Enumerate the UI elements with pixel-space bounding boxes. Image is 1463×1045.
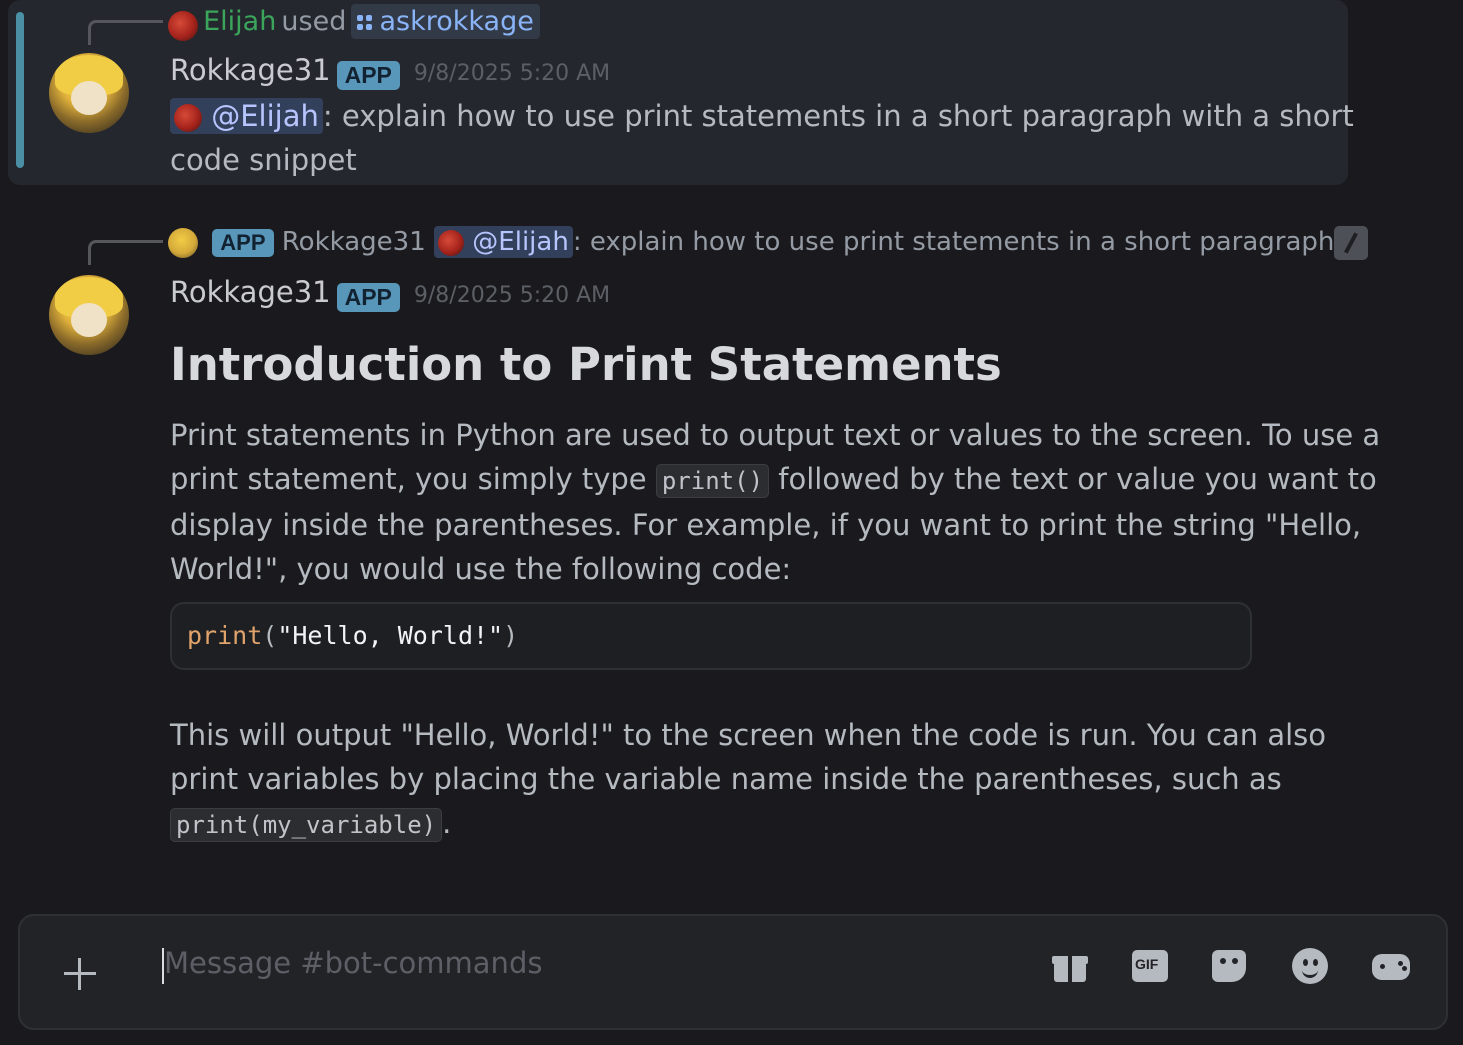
message-input[interactable]: Message #bot-commands — [164, 946, 542, 980]
command-user[interactable]: Elijah — [203, 6, 276, 37]
app-badge: APP — [336, 283, 400, 312]
highlight-bar — [16, 12, 24, 168]
plus-icon[interactable] — [64, 958, 96, 990]
timestamp[interactable]: 9/8/2025 5:20 AM — [414, 283, 610, 308]
paragraph-1: Print statements in Python are used to o… — [170, 413, 1400, 591]
paragraph-line: display inside the parentheses. For exam… — [170, 508, 1362, 542]
reply-preview[interactable]: APP Rokkage31 @Elijah: explain how to us… — [168, 226, 1367, 258]
mention-elijah[interactable]: @Elijah — [170, 98, 323, 134]
avatar-rokkage31[interactable] — [49, 53, 129, 133]
message-text-line: @Elijah: explain how to use print statem… — [170, 94, 1354, 138]
app-badge: APP — [336, 61, 400, 90]
command-icon — [357, 14, 373, 31]
timestamp[interactable]: 9/8/2025 5:20 AM — [414, 61, 610, 86]
used-text: used — [281, 6, 347, 37]
author-name[interactable]: Rokkage31 — [170, 275, 331, 309]
paragraph-line: This will output "Hello, World!" to the … — [170, 718, 1326, 752]
paragraph-line: Print statements in Python are used to o… — [170, 418, 1381, 452]
chat-view: Elijah used askrokkage Rokkage31 APP 9/8/2… — [0, 0, 1463, 1045]
mention-avatar — [438, 229, 465, 256]
code-paren-open: ( — [262, 621, 278, 650]
message-text: : explain how to use print statements in… — [322, 99, 1354, 133]
paragraph-line: print(my_variable). — [170, 801, 1400, 847]
code-block[interactable]: print("Hello, World!") — [170, 602, 1252, 670]
reply-mention[interactable]: @Elijah — [434, 226, 573, 258]
sticker-icon[interactable] — [1212, 948, 1248, 984]
gamepad-icon[interactable] — [1372, 948, 1410, 984]
avatar-rokkage31[interactable] — [49, 275, 129, 355]
paragraph-line: print variables by placing the variable … — [170, 762, 1282, 796]
command-name: askrokkage — [379, 6, 534, 37]
message-header: Rokkage31 APP 9/8/2025 5:20 AM — [170, 275, 610, 312]
gif-icon[interactable]: GIF — [1132, 948, 1168, 984]
message-heading: Introduction to Print Statements — [170, 338, 1002, 391]
mention-label: @Elijah — [472, 227, 569, 257]
reply-text: : explain how to use print statements in… — [572, 227, 1368, 257]
message-header: Rokkage31 APP 9/8/2025 5:20 AM — [170, 53, 610, 90]
mention-avatar — [174, 104, 202, 132]
reply-connector — [88, 240, 163, 265]
code-line: print("Hello, World!") — [187, 621, 518, 650]
inline-code: print() — [655, 464, 770, 498]
code-string: "Hello, World!" — [277, 621, 504, 650]
command-name-pill[interactable]: askrokkage — [351, 4, 540, 39]
paragraph-2: This will output "Hello, World!" to the … — [170, 713, 1400, 847]
paragraph-line: print statement, you simply type print()… — [170, 462, 1377, 498]
paragraph-line: World!", you would use the following cod… — [170, 552, 792, 586]
slash-command-icon — [1334, 226, 1368, 260]
mention-label: @Elijah — [211, 99, 319, 133]
avatar-elijah[interactable] — [168, 10, 198, 41]
message-text-line: code snippet — [170, 143, 357, 177]
reply-avatar — [168, 227, 198, 258]
reply-app-badge: APP — [212, 228, 274, 257]
inline-code: print(my_variable) — [170, 808, 443, 842]
gift-icon[interactable] — [1052, 948, 1088, 984]
reply-author[interactable]: Rokkage31 — [282, 227, 426, 257]
code-paren-close: ) — [503, 621, 519, 650]
code-function: print — [187, 621, 263, 650]
author-name[interactable]: Rokkage31 — [170, 53, 331, 87]
emoji-icon[interactable] — [1292, 948, 1328, 984]
command-connector — [88, 20, 163, 45]
command-usage: Elijah used askrokkage — [168, 4, 540, 41]
message-composer[interactable]: Message #bot-commands GIF — [18, 914, 1448, 1030]
